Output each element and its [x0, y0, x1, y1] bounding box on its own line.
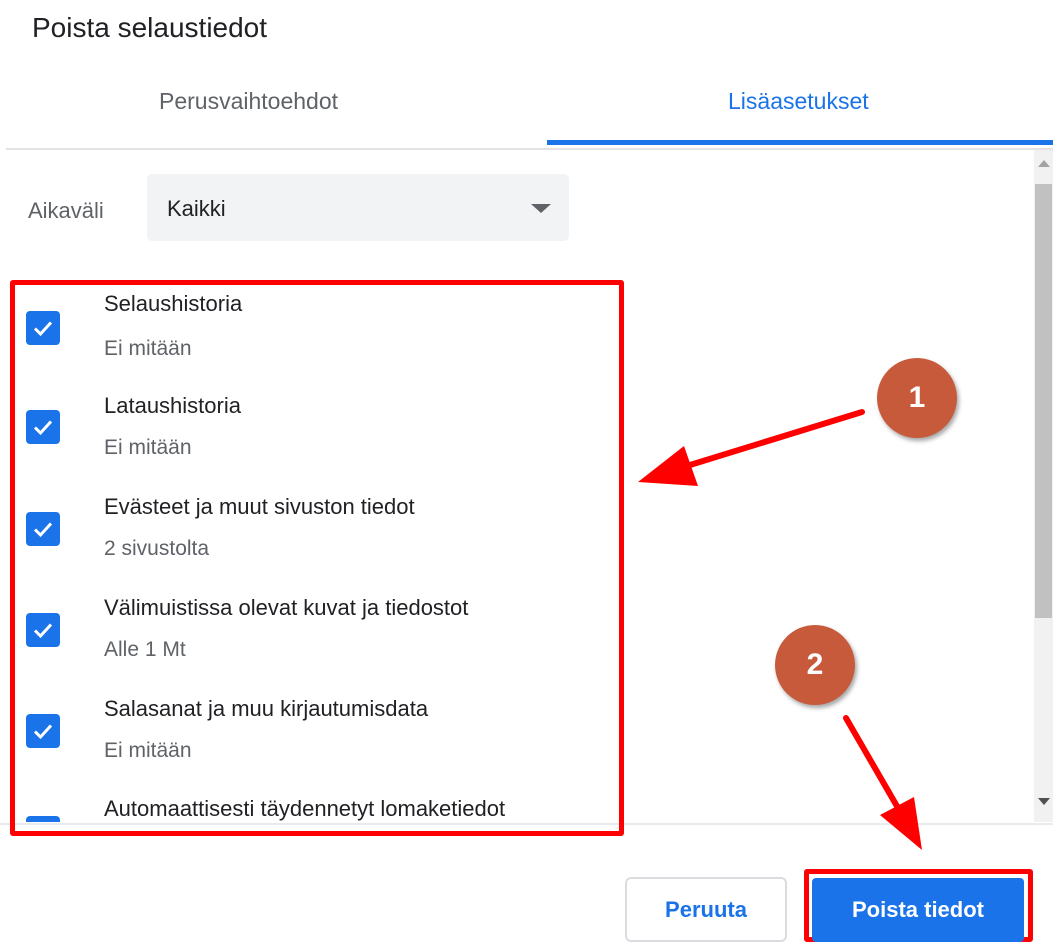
- step-badge-1: 1: [877, 358, 957, 438]
- step-badge-2: 2: [775, 625, 855, 705]
- arrow-to-checklist: [638, 409, 865, 486]
- annotation-arrows: [638, 409, 922, 850]
- arrow-to-clear-button: [843, 715, 922, 850]
